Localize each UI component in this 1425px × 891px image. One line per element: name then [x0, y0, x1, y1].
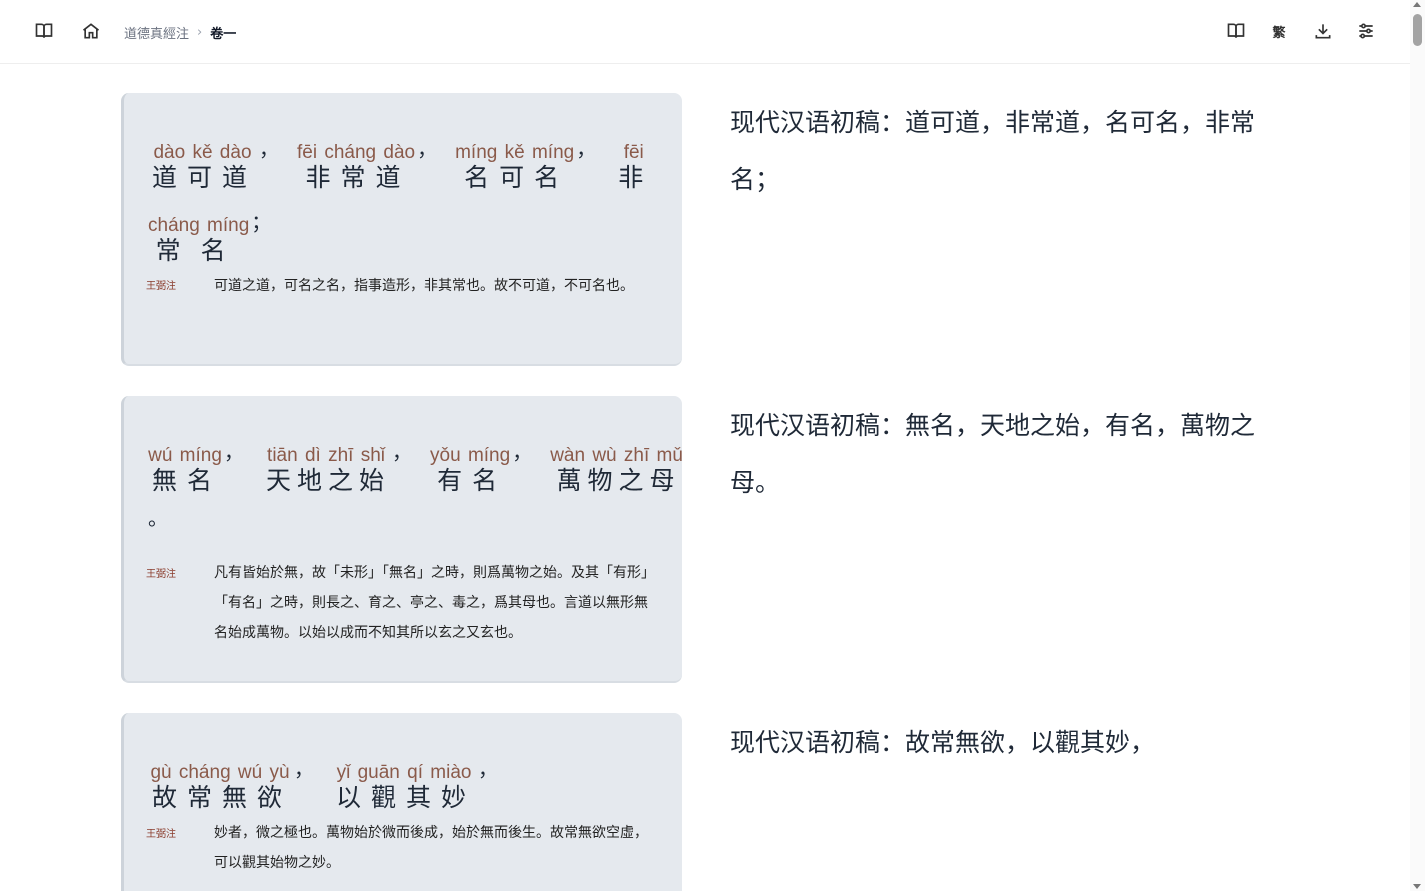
commentary-text: 可道之道，可名之名，指事造形，非其常也。故不可道，不可名也。: [214, 278, 634, 294]
verse-word[interactable]: dào kě dào 道可道: [148, 142, 257, 192]
verse-word[interactable]: fēi cháng dào 非常道: [297, 142, 415, 192]
breadcrumb-separator: ›: [197, 25, 203, 40]
verse-word[interactable]: míng kě míng 名可名: [455, 142, 574, 192]
scroll-down-arrow-icon[interactable]: [1413, 884, 1421, 889]
verse-word[interactable]: wú míng 無名: [148, 445, 222, 495]
verse-word[interactable]: tiān dì zhī shǐ 天地之始: [262, 445, 390, 495]
verse-card: wú míng 無名 ， tiān dì zhī shǐ 天地之始 ， yǒu mí…: [121, 396, 683, 683]
verse-word[interactable]: yǒu míng 有名: [430, 445, 510, 495]
scrollbar[interactable]: [1410, 0, 1425, 891]
verse-card: gù cháng wú yù 故常無欲 ， yǐ guān qí miào 以觀其妙…: [121, 713, 682, 891]
verse-word[interactable]: wàn wù zhī mǔ 萬物之母: [550, 445, 683, 495]
commentary-text: 凡有皆始於無，故「未形」「無名」之時，則爲萬物之始。及其「有形」「有名」之時，則…: [214, 565, 655, 641]
book-icon[interactable]: [1225, 20, 1247, 42]
scroll-up-arrow-icon[interactable]: [1413, 2, 1421, 7]
commentary-text: 妙者，微之極也。萬物始於微而後成，始於無而後生。故常無欲空虛，可以觀其始物之妙。: [214, 825, 648, 871]
breadcrumb-current: 卷一: [210, 27, 237, 42]
traditional-chinese-icon[interactable]: 繁: [1268, 20, 1290, 42]
top-bar: 道德真經注 › 卷一 繁: [0, 0, 1410, 64]
verse-card: dào kě dào 道可道 ， fēi cháng dào 非常道 ， míng …: [121, 93, 682, 366]
verse-line: gù cháng wú yù 故常無欲 ， yǐ guān qí miào 以觀其妙…: [148, 753, 516, 812]
modern-translation: 现代汉语初稿：道可道，非常道，名可名，非常名；: [730, 108, 1256, 194]
settings-sliders-icon[interactable]: [1355, 20, 1377, 42]
breadcrumb-book-link[interactable]: 道德真經注: [124, 23, 189, 42]
commentary-label: 王弼注: [146, 829, 176, 840]
modern-translation: 现代汉语初稿：無名，天地之始，有名，萬物之母。: [730, 411, 1256, 497]
book-icon[interactable]: [33, 20, 55, 42]
verse-line: wú míng 無名 ， tiān dì zhī shǐ 天地之始 ， yǒu mí…: [148, 440, 683, 495]
breadcrumb: 道德真經注 › 卷一: [124, 23, 236, 42]
verse-line: cháng míng 常名 ；: [148, 210, 272, 265]
verse-punctuation: 。: [148, 506, 168, 530]
download-icon[interactable]: [1312, 20, 1334, 42]
verse-word[interactable]: cháng míng 常名: [148, 215, 249, 265]
commentary-label: 王弼注: [146, 281, 176, 292]
verse-line: dào kě dào 道可道 ， fēi cháng dào 非常道 ， míng …: [148, 133, 653, 192]
verse-word[interactable]: fēi 非: [614, 142, 653, 192]
scroll-thumb[interactable]: [1413, 14, 1422, 46]
commentary-label: 王弼注: [146, 569, 176, 580]
home-icon[interactable]: [80, 20, 102, 42]
modern-translation: 现代汉语初稿：故常無欲，以觀其妙，: [730, 728, 1156, 757]
verse-word[interactable]: yǐ guān qí miào 以觀其妙: [332, 762, 476, 812]
verse-word[interactable]: gù cháng wú yù 故常無欲: [148, 762, 292, 812]
